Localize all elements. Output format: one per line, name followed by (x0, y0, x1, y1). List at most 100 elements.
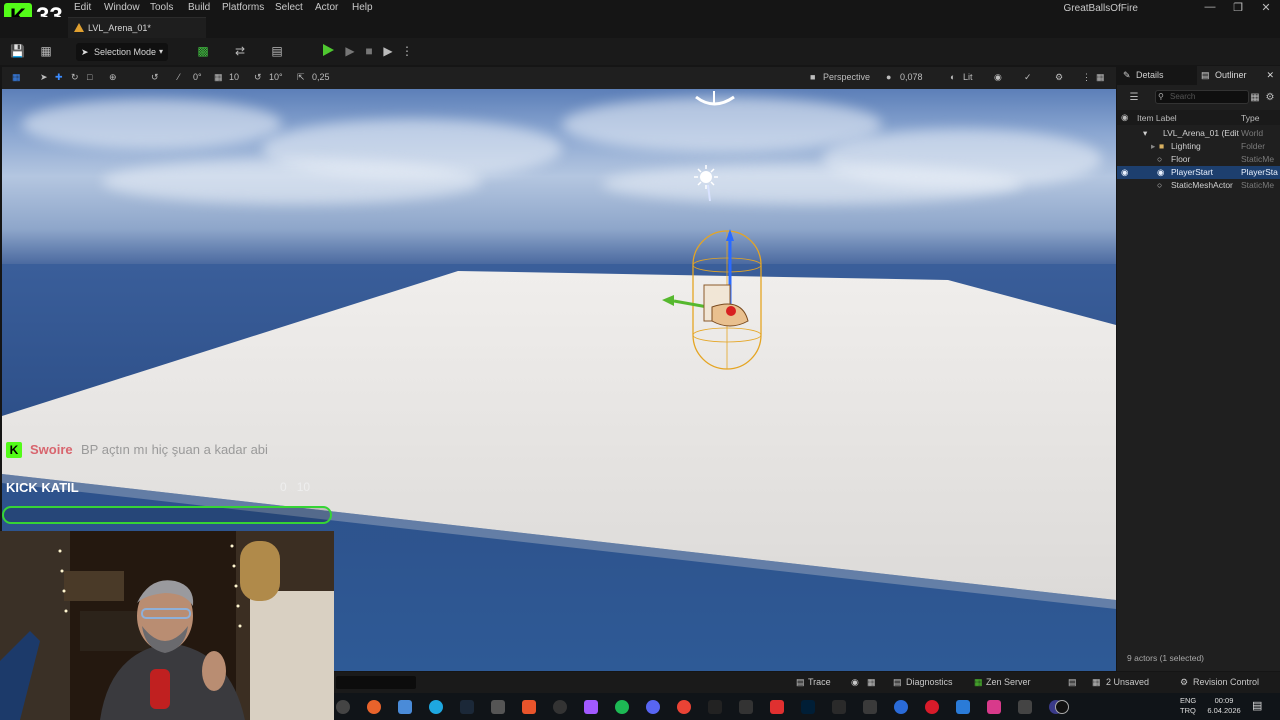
photoshop-icon[interactable] (801, 700, 815, 714)
screenshot-icon[interactable]: ▦ (867, 677, 876, 688)
steam-icon[interactable] (460, 700, 474, 714)
expand-arrow-icon[interactable]: ▾ (1143, 127, 1147, 140)
outliner-row[interactable]: ○ StaticMeshActor StaticMe (1117, 179, 1280, 192)
zen-server-button[interactable]: Zen Server (986, 677, 1031, 687)
camera-speed-icon[interactable]: ● (886, 72, 891, 82)
outliner-row[interactable]: ○ Floor StaticMe (1117, 153, 1280, 166)
grid-snap-value[interactable]: 0° (193, 72, 202, 82)
tab-level[interactable]: LVL_Arena_01* (68, 17, 206, 38)
add-actor-icon[interactable]: ▩ (196, 44, 210, 58)
app-icon[interactable] (987, 700, 1001, 714)
outliner-row[interactable]: ▾ LVL_Arena_01 (Edit World (1117, 127, 1280, 140)
app-icon[interactable] (491, 700, 505, 714)
app-icon[interactable] (894, 700, 908, 714)
menu-tools[interactable]: Tools (150, 2, 173, 13)
surface-snap-icon[interactable]: ↺ (151, 72, 159, 83)
app-icon[interactable] (739, 700, 753, 714)
stop-icon[interactable]: ■ (362, 44, 376, 58)
unsaved-button[interactable]: 2 Unsaved (1106, 677, 1149, 687)
console-input[interactable] (336, 676, 416, 689)
location-grid-icon[interactable]: ▦ (214, 72, 223, 83)
sky-light-icon[interactable] (695, 91, 735, 106)
layout-icon[interactable]: ▦ (1096, 72, 1105, 83)
app-icon[interactable] (429, 700, 443, 714)
collapse-arrow-icon[interactable]: ▸ (1151, 140, 1155, 153)
app-icon[interactable] (770, 700, 784, 714)
unreal-engine-icon[interactable] (1055, 700, 1069, 714)
show-flags-icon[interactable]: ◉ (994, 72, 1002, 83)
settings-icon[interactable]: ⚙ (1263, 91, 1277, 105)
rotate-icon[interactable]: ↻ (71, 72, 79, 83)
camera-speed-value[interactable]: 0,078 (900, 72, 923, 82)
select-cursor-icon[interactable]: ➤ (40, 72, 48, 83)
minimize-icon[interactable]: — (1196, 1, 1224, 13)
outliner-row-selected[interactable]: ◉ ◉ PlayerStart PlayerSta (1117, 166, 1280, 179)
epic-games-icon[interactable] (832, 700, 846, 714)
app-icon[interactable] (553, 700, 567, 714)
cinematics-icon[interactable]: ▤ (270, 44, 284, 58)
eject-icon[interactable]: ▶ (381, 44, 395, 58)
more-options-icon[interactable]: ⋮ (1082, 72, 1091, 83)
app-icon[interactable] (925, 700, 939, 714)
skip-forward-icon[interactable]: ▶ (343, 44, 357, 58)
visibility-eye-icon[interactable]: ◉ (1121, 166, 1128, 179)
terminal-icon[interactable] (708, 700, 722, 714)
menu-select[interactable]: Select (275, 2, 303, 13)
add-folder-icon[interactable]: ▦ (1248, 91, 1262, 105)
discord-icon[interactable] (646, 700, 660, 714)
outliner-search-input[interactable]: ⚲ Search (1155, 90, 1249, 104)
grid-snap-icon[interactable]: ⁄ (178, 72, 180, 82)
chrome-icon[interactable] (677, 700, 691, 714)
app-icon[interactable] (522, 700, 536, 714)
tab-details[interactable]: ✎ Details (1117, 66, 1197, 85)
app-icon[interactable] (956, 700, 970, 714)
performance-icon[interactable]: ✓ (1024, 72, 1032, 83)
location-snap-value[interactable]: 10 (229, 72, 239, 82)
revision-control-button[interactable]: Revision Control (1193, 677, 1259, 687)
notification-icon[interactable]: ▤ (1252, 699, 1262, 712)
spotify-icon[interactable] (615, 700, 629, 714)
scale-snap-icon[interactable]: ⇱ (297, 72, 305, 83)
close-icon[interactable]: ✕ (1266, 66, 1274, 85)
rotation-snap-value[interactable]: 10° (269, 72, 283, 82)
sun-light-icon[interactable] (694, 165, 718, 202)
play-button[interactable] (323, 44, 334, 56)
menu-window[interactable]: Window (104, 2, 140, 13)
transform-mode-icon[interactable]: ▦ (12, 72, 21, 83)
world-space-icon[interactable]: ⊕ (109, 72, 117, 83)
column-type[interactable]: Type (1241, 113, 1259, 123)
trace-dropdown[interactable]: Trace (808, 677, 831, 687)
menu-edit[interactable]: Edit (74, 2, 91, 13)
rotation-snap-icon[interactable]: ↺ (254, 72, 262, 83)
close-icon[interactable]: ✕ (1252, 1, 1280, 14)
filter-icon[interactable]: ☰ (1127, 91, 1141, 105)
app-icon[interactable] (1018, 700, 1032, 714)
diagnostics-button[interactable]: Diagnostics (906, 677, 953, 687)
blueprint-icon[interactable]: ⇄ (233, 44, 247, 58)
scale-icon[interactable]: □ (87, 72, 92, 82)
translate-icon[interactable]: ✚ (55, 72, 63, 83)
clock-app-icon[interactable] (336, 700, 350, 714)
settings-icon[interactable]: ⚙ (1055, 72, 1063, 83)
menu-build[interactable]: Build (188, 2, 210, 13)
record-icon[interactable]: ◉ (851, 677, 859, 688)
menu-help[interactable]: Help (352, 2, 373, 13)
lit-mode-dropdown[interactable]: Lit (963, 72, 973, 82)
figma-icon[interactable] (584, 700, 598, 714)
view-mode-dropdown[interactable]: Perspective (823, 72, 870, 82)
scale-snap-value[interactable]: 0,25 (312, 72, 330, 82)
input-language[interactable]: ENG TRQ (1180, 696, 1196, 716)
column-item-label[interactable]: Item Label (1137, 113, 1177, 123)
menu-platforms[interactable]: Platforms (222, 2, 264, 13)
firefox-icon[interactable] (367, 700, 381, 714)
more-options-icon[interactable]: ⋮ (400, 44, 414, 58)
app-icon[interactable] (863, 700, 877, 714)
restore-icon[interactable]: ❐ (1224, 1, 1252, 14)
derived-data-icon[interactable]: ▤ (1068, 677, 1077, 688)
tab-outliner[interactable]: ▤ Outliner ✕ (1197, 66, 1280, 85)
outliner-row[interactable]: ▸ ■ Lighting Folder (1117, 140, 1280, 153)
content-browser-icon[interactable]: ▦ (39, 44, 53, 58)
system-clock[interactable]: 00:09 6.04.2026 (1202, 696, 1246, 716)
app-icon[interactable] (398, 700, 412, 714)
menu-actor[interactable]: Actor (315, 2, 338, 13)
